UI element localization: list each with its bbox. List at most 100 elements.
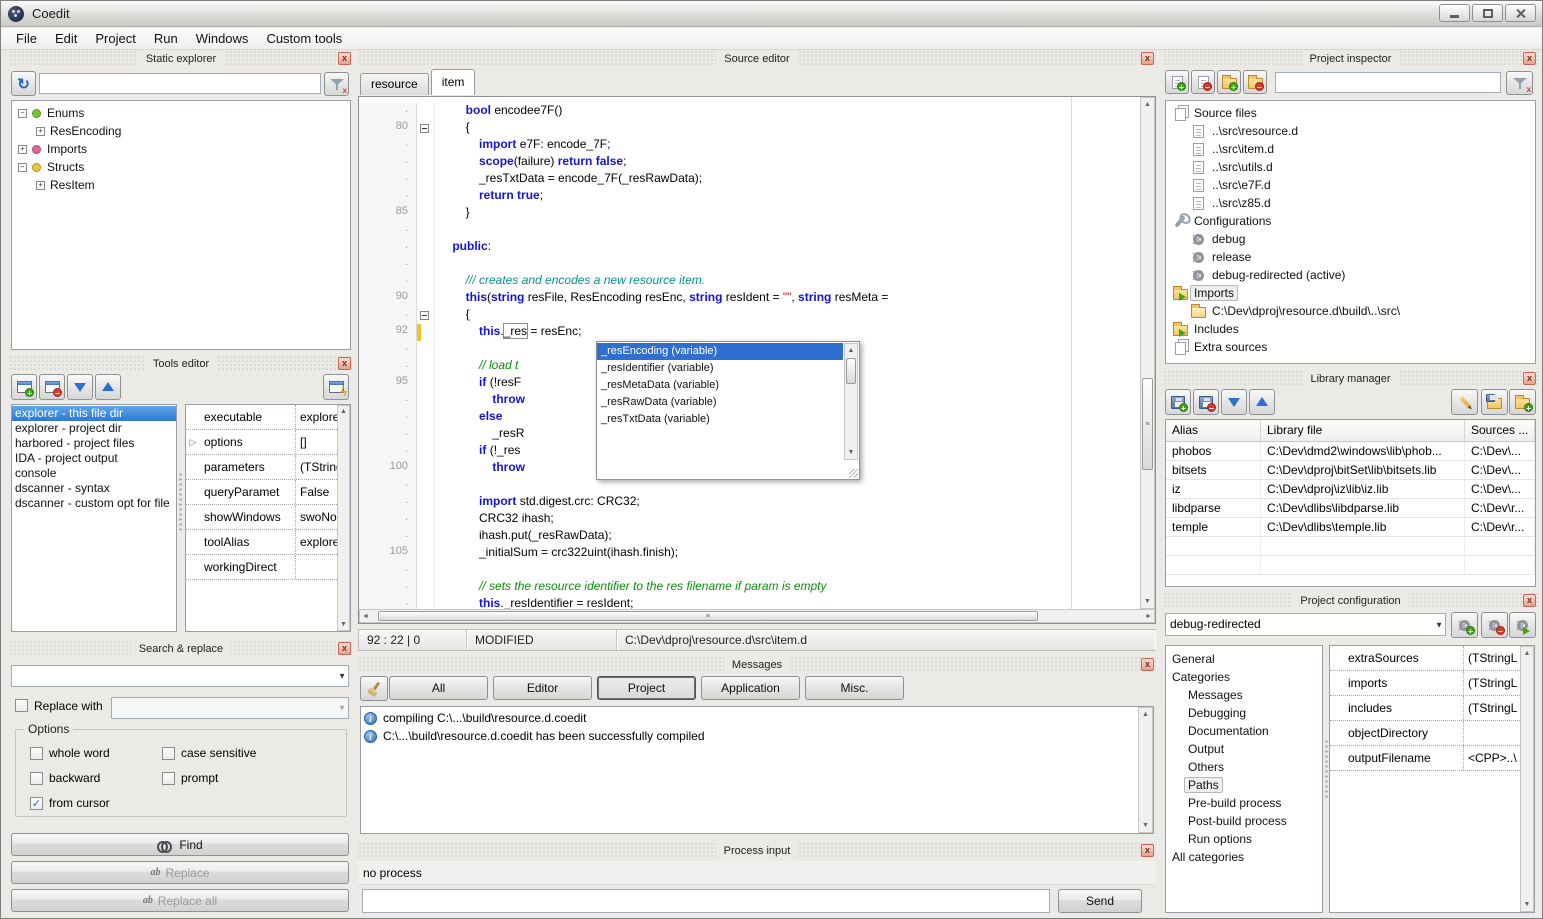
symbol-tree[interactable]: −Enums+ResEncoding+Imports−Structs+ResIt… bbox=[11, 100, 351, 350]
replace-all-button[interactable]: ab Replace all bbox=[11, 889, 349, 912]
category-item-output[interactable]: Output bbox=[1170, 740, 1322, 758]
checkbox[interactable] bbox=[30, 772, 43, 785]
refresh-button[interactable]: ↻ bbox=[11, 71, 36, 96]
close-panel-button[interactable]: x bbox=[1141, 844, 1154, 857]
completion-item[interactable]: _resMetaData (variable) bbox=[597, 377, 843, 394]
maximize-button[interactable] bbox=[1472, 4, 1503, 22]
project-tree-item[interactable]: ..\src\resource.d bbox=[1170, 122, 1535, 140]
category-item-pre-build-process[interactable]: Pre-build process bbox=[1170, 794, 1322, 812]
add-library-button[interactable]: + bbox=[1165, 389, 1191, 415]
close-button[interactable] bbox=[1505, 4, 1536, 22]
configuration-categories[interactable]: GeneralCategoriesMessagesDebuggingDocume… bbox=[1165, 645, 1323, 913]
add-tool-button[interactable]: + bbox=[11, 374, 37, 400]
message-item[interactable]: icompiling C:\...\build\resource.d.coedi… bbox=[361, 709, 1137, 727]
remove-source-button[interactable]: − bbox=[1191, 70, 1215, 94]
category-item-post-build-process[interactable]: Post-build process bbox=[1170, 812, 1322, 830]
library-row[interactable]: phobosC:\Dev\dmd2\windows\lib\phob...C:\… bbox=[1166, 442, 1535, 461]
configuration-grid-scrollbar[interactable]: ▲ ▼ bbox=[1520, 646, 1534, 912]
add-source-button[interactable]: + bbox=[1165, 70, 1189, 94]
tool-list-item[interactable]: dscanner - custom opt for file bbox=[12, 496, 176, 511]
expand-expand-icon[interactable]: + bbox=[36, 181, 45, 190]
property-row[interactable]: extraSources(TStringL bbox=[1330, 646, 1520, 671]
remove-configuration-button[interactable]: − bbox=[1481, 612, 1508, 638]
menu-item-project[interactable]: Project bbox=[86, 29, 144, 48]
menu-item-windows[interactable]: Windows bbox=[187, 29, 258, 48]
replace-button[interactable]: ab Replace bbox=[11, 861, 349, 884]
find-button[interactable]: Find bbox=[11, 833, 349, 856]
tool-list-item[interactable]: console bbox=[12, 466, 176, 481]
project-tree-item[interactable]: Configurations bbox=[1170, 212, 1535, 230]
replace-term-combo[interactable]: ▼ bbox=[111, 697, 349, 719]
property-row[interactable]: objectDirectory bbox=[1330, 721, 1520, 746]
project-tree-item[interactable]: ..\src\utils.d bbox=[1170, 158, 1535, 176]
editor-vscrollbar[interactable]: ▲ ≡ ▼ bbox=[1140, 97, 1155, 609]
project-tree-item[interactable]: debug bbox=[1170, 230, 1535, 248]
column-header-libraryfile[interactable]: Library file bbox=[1261, 420, 1465, 441]
editor-hscroll-thumb[interactable]: ≡ bbox=[378, 611, 1038, 621]
expand-collapse-icon[interactable]: − bbox=[18, 163, 27, 172]
messages-list[interactable]: icompiling C:\...\build\resource.d.coedi… bbox=[360, 706, 1154, 834]
configuration-grid[interactable]: extraSources(TStringLimports(TStringLinc… bbox=[1329, 645, 1535, 913]
completion-item[interactable]: _resIdentifier (variable) bbox=[597, 360, 843, 377]
project-tree-item[interactable]: ..\src\z85.d bbox=[1170, 194, 1535, 212]
menu-item-custom-tools[interactable]: Custom tools bbox=[257, 29, 351, 48]
tree-item-enums[interactable]: −Enums bbox=[16, 104, 350, 122]
project-tree-item[interactable]: C:\Dev\dproj\resource.d\build\..\src\ bbox=[1170, 302, 1535, 320]
project-tree-item[interactable]: Source files bbox=[1170, 104, 1535, 122]
project-tree-item[interactable]: ..\src\item.d bbox=[1170, 140, 1535, 158]
expand-expand-icon[interactable]: + bbox=[18, 145, 27, 154]
close-panel-button[interactable]: x bbox=[338, 357, 351, 370]
library-row[interactable]: libdparseC:\Dev\dlibs\libdparse.libC:\De… bbox=[1166, 499, 1535, 518]
window-titlebar[interactable]: Coedit bbox=[1, 1, 1542, 27]
menu-item-run[interactable]: Run bbox=[145, 29, 187, 48]
column-header-alias[interactable]: Alias bbox=[1166, 420, 1261, 441]
property-row[interactable]: parameters(TStringL bbox=[186, 455, 337, 480]
message-item[interactable]: iC:\...\build\resource.d.coedit has been… bbox=[361, 727, 1137, 745]
tool-list-item[interactable]: harbored - project files bbox=[12, 436, 176, 451]
close-panel-button[interactable]: x bbox=[1141, 658, 1154, 671]
editor-vscroll-thumb[interactable]: ≡ bbox=[1142, 378, 1153, 470]
library-row[interactable]: templeC:\Dev\dlibs\temple.libC:\Dev\r... bbox=[1166, 518, 1535, 537]
search-option-whole-word[interactable]: whole word bbox=[30, 746, 110, 760]
remove-folder-button[interactable]: − bbox=[1243, 70, 1267, 94]
move-library-down-button[interactable] bbox=[1221, 389, 1247, 415]
execute-tool-button[interactable]: ϟ bbox=[323, 374, 349, 400]
close-panel-button[interactable]: x bbox=[338, 642, 351, 655]
replace-with-checkbox[interactable] bbox=[15, 699, 28, 712]
category-item-paths[interactable]: Paths bbox=[1170, 776, 1322, 794]
fold-collapse-icon[interactable] bbox=[420, 124, 429, 133]
filter-button-all[interactable]: All bbox=[389, 676, 488, 700]
library-from-project-button[interactable] bbox=[1481, 389, 1508, 415]
checkbox[interactable] bbox=[30, 747, 43, 760]
library-row[interactable]: bitsetsC:\Dev\dproj\bitSet\lib\bitsets.l… bbox=[1166, 461, 1535, 480]
close-panel-button[interactable]: x bbox=[1141, 52, 1154, 65]
filter-button-editor[interactable]: Editor bbox=[493, 676, 592, 700]
add-library-folder-button[interactable]: + bbox=[1509, 389, 1536, 415]
property-row[interactable]: outputFilename<CPP>..\ bbox=[1330, 746, 1520, 771]
minimize-button[interactable] bbox=[1439, 4, 1470, 22]
inspector-filter-input[interactable] bbox=[1275, 72, 1501, 93]
process-input-field[interactable] bbox=[362, 889, 1050, 913]
project-tree[interactable]: Source files..\src\resource.d..\src\item… bbox=[1165, 100, 1536, 364]
project-tree-item[interactable]: debug-redirected (active) bbox=[1170, 266, 1535, 284]
symbol-filter-input[interactable] bbox=[39, 73, 321, 94]
close-panel-button[interactable]: x bbox=[1523, 372, 1536, 385]
editor-tab-item[interactable]: item bbox=[431, 69, 476, 95]
project-tree-item[interactable]: Imports bbox=[1170, 284, 1535, 302]
tool-list-item[interactable]: explorer - this file dir bbox=[12, 406, 176, 421]
menu-item-file[interactable]: File bbox=[7, 29, 46, 48]
tool-list-item[interactable]: explorer - project dir bbox=[12, 421, 176, 436]
fold-collapse-icon[interactable] bbox=[420, 311, 429, 320]
filter-button-misc[interactable]: Misc. bbox=[805, 676, 904, 700]
search-option-backward[interactable]: backward bbox=[30, 771, 100, 785]
move-tool-up-button[interactable] bbox=[95, 374, 121, 400]
search-option-from-cursor[interactable]: ✓from cursor bbox=[30, 796, 110, 810]
property-row[interactable]: ▷options[] bbox=[186, 430, 337, 455]
completion-scrollbar[interactable]: ▲ ▼ bbox=[844, 343, 858, 460]
clear-inspector-filter-button[interactable]: x bbox=[1506, 71, 1533, 95]
add-configuration-button[interactable]: + bbox=[1451, 612, 1478, 638]
tree-item-resencoding[interactable]: +ResEncoding bbox=[16, 122, 350, 140]
tree-item-structs[interactable]: −Structs bbox=[16, 158, 350, 176]
tools-splitter[interactable] bbox=[178, 472, 183, 532]
expand-collapse-icon[interactable]: − bbox=[18, 109, 27, 118]
